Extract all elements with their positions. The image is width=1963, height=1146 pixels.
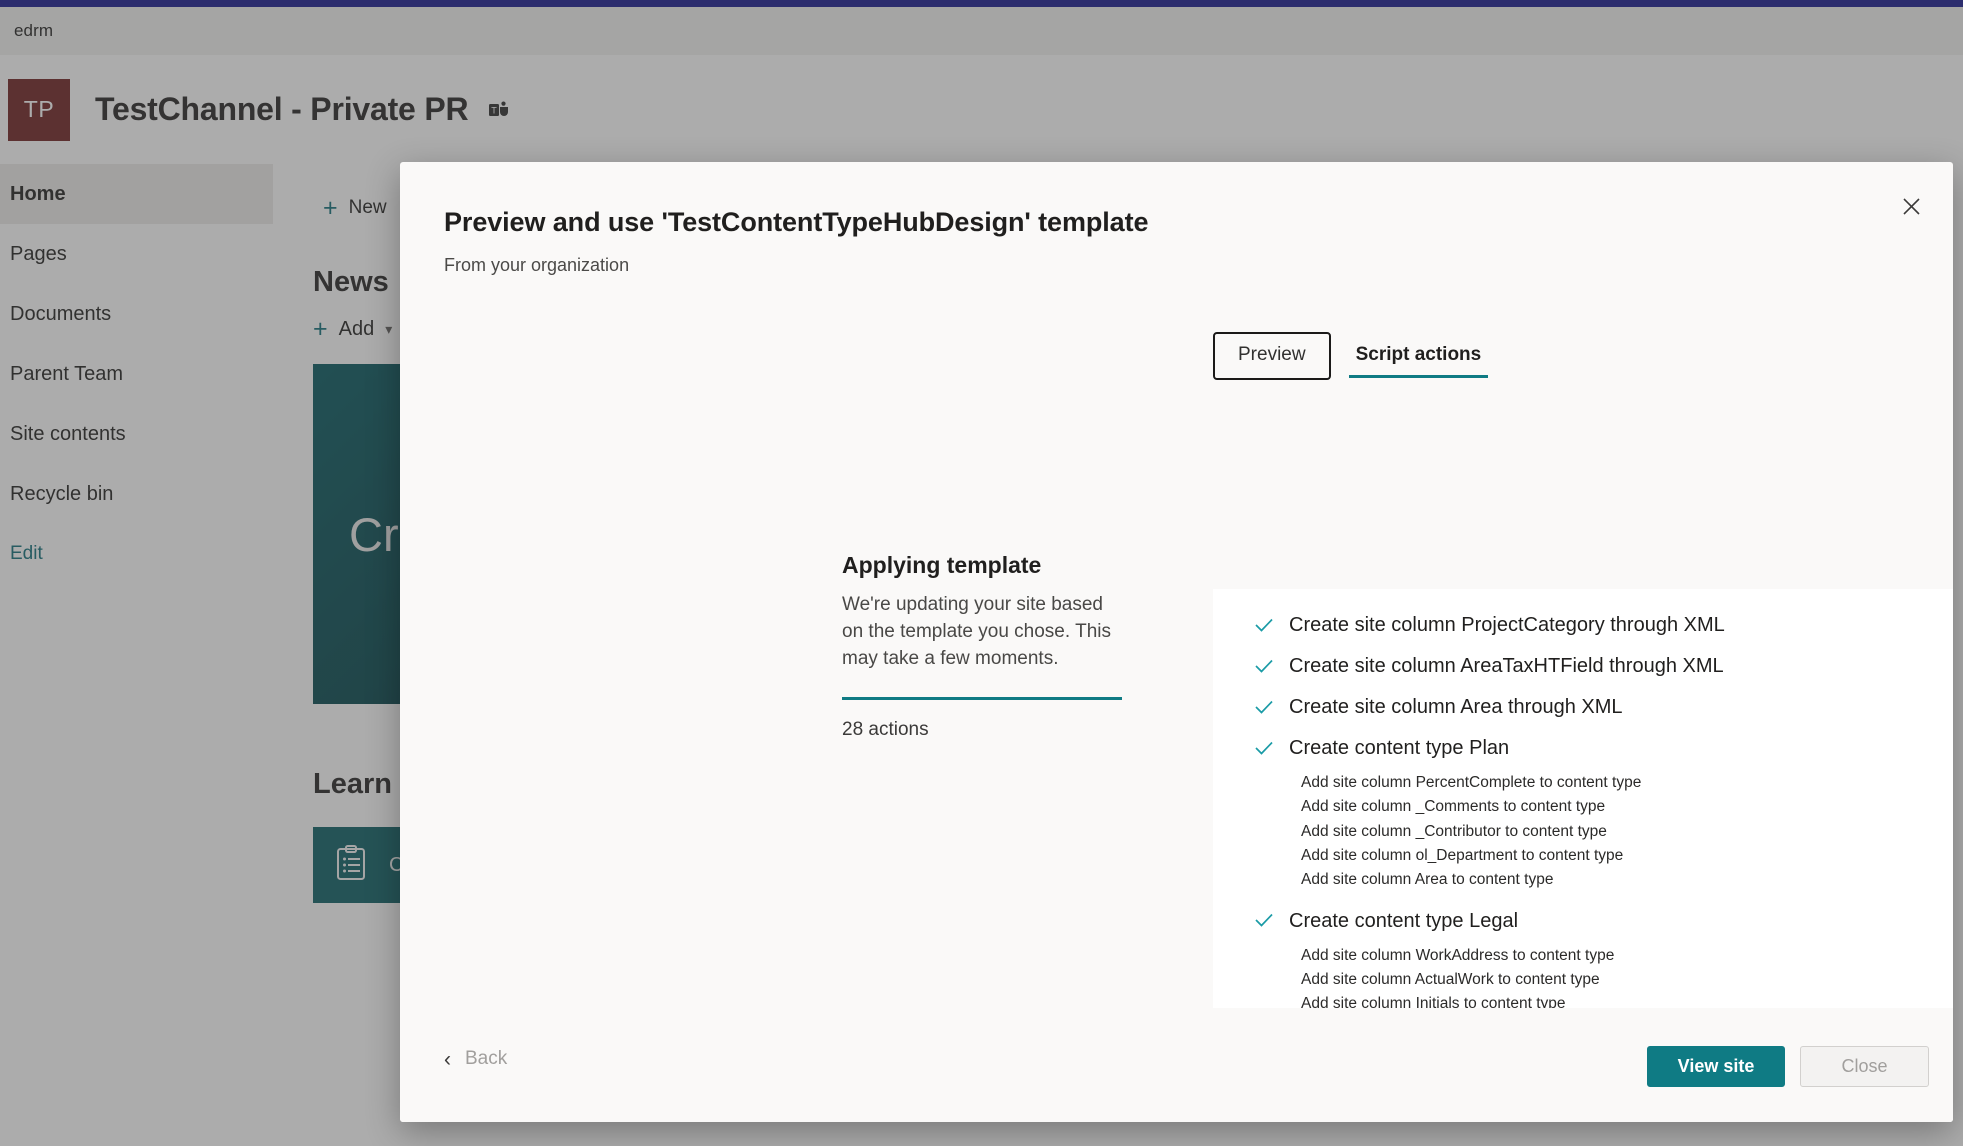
page-root: edrm TP TestChannel - Private PR T Home … [0,0,1963,1146]
script-action-title-row: Create content type Legal [1255,901,1953,942]
script-action-subitem: Add site column PercentComplete to conte… [1301,774,1642,791]
script-action-item: Create content type Plan Add site column … [1213,728,1953,901]
checkmark-icon [1255,698,1273,718]
progress-bar [842,696,1122,700]
back-button[interactable]: ‹ Back [444,1048,507,1070]
checkmark-icon [1255,657,1273,677]
applying-title: Applying template [842,552,1042,578]
script-action-title-row: Create site column ProjectCategory throu… [1255,605,1953,646]
script-action-item: Create site column ProjectCategory throu… [1213,605,1953,646]
script-action-subitem: Add site column ol_Department to content… [1301,846,1624,864]
script-action-sublist: Add site column PercentComplete to conte… [1255,769,1953,901]
script-action-label: Create site column Area through XML [1289,696,1623,718]
script-action-label: Create content type Plan [1289,737,1510,759]
script-action-item: Create site column Area through XML [1213,687,1953,728]
script-action-subitem: Add site column ActualWork to content ty… [1301,970,1600,988]
script-action-subitem: Add site column WorkAddress to content t… [1301,946,1615,964]
back-button-label: Back [465,1048,508,1069]
script-action-label: Create content type Legal [1289,909,1519,932]
applying-description: We're updating your site based on the te… [842,594,1111,669]
script-action-label: Create site column AreaTaxHTField throug… [1289,655,1724,677]
view-site-button[interactable]: View site [1647,1046,1785,1087]
checkmark-icon [1255,616,1273,636]
applying-template-panel: Applying template We're updating your si… [842,552,1122,741]
tab-preview[interactable]: Preview [1213,332,1331,380]
script-action-title-row: Create site column Area through XML [1255,687,1953,728]
dialog-tabs: Preview Script actions [1213,332,1506,380]
checkmark-icon [1255,911,1273,931]
script-action-item: Create site column AreaTaxHTField throug… [1213,646,1953,687]
tab-script-actions[interactable]: Script actions [1331,332,1507,380]
script-action-title-row: Create site column AreaTaxHTField throug… [1255,646,1953,687]
script-action-item: Create content type Legal Add site column… [1213,901,1953,1025]
dialog-footer: ‹ Back View site Close [400,1008,1953,1122]
script-action-title-row: Create content type Plan [1255,728,1953,769]
template-preview-dialog: Preview and use 'TestContentTypeHubDesig… [400,162,1953,1122]
dialog-title: Preview and use 'TestContentTypeHubDesig… [444,207,1149,237]
close-icon[interactable] [1889,184,1933,228]
script-action-subitem: Add site column Area to content type [1301,871,1554,889]
close-button[interactable]: Close [1800,1046,1929,1087]
script-action-label: Create site column ProjectCategory throu… [1289,614,1725,636]
checkmark-icon [1255,739,1273,759]
script-action-subitem: Add site column _Comments to content typ… [1301,798,1606,816]
chevron-left-icon: ‹ [444,1047,451,1071]
dialog-subtitle: From your organization [444,255,630,275]
script-action-subitem: Add site column _Contributor to content … [1301,822,1607,840]
actions-count-label: 28 actions [842,718,929,740]
progress-bar-fill [842,696,1122,700]
